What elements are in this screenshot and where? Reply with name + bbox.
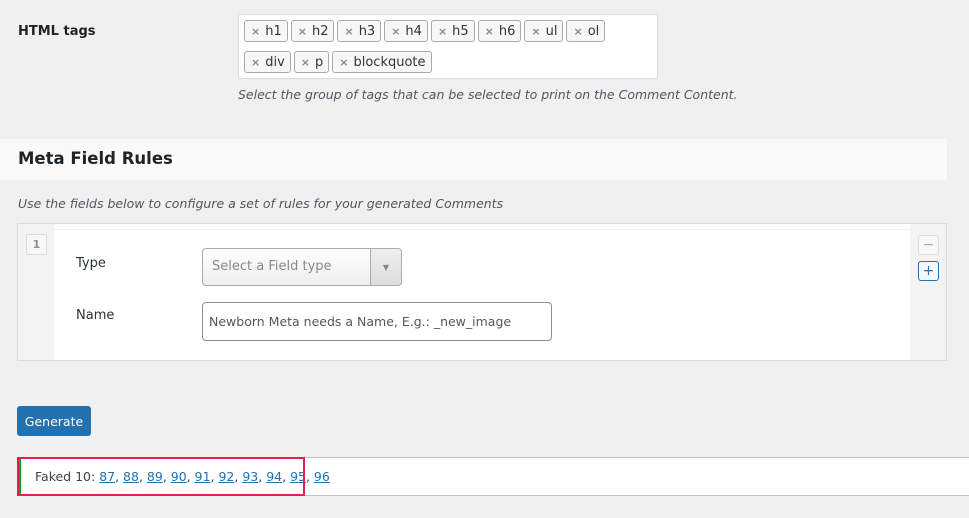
tag-label: blockquote	[353, 54, 426, 70]
tag-chip-ul[interactable]: × ul	[524, 20, 564, 42]
tag-label: p	[315, 54, 324, 70]
remove-tag-icon[interactable]: ×	[339, 56, 348, 69]
chevron-down-icon[interactable]: ▼	[370, 249, 401, 285]
success-notice: Faked 10: 87, 88, 89, 90, 91, 92, 93, 94…	[17, 457, 969, 496]
html-tags-label: HTML tags	[18, 24, 96, 39]
plus-icon: +	[922, 263, 935, 279]
tag-label: h1	[265, 23, 282, 39]
remove-tag-icon[interactable]: ×	[573, 25, 582, 38]
remove-tag-icon[interactable]: ×	[438, 25, 447, 38]
tag-label: h6	[498, 23, 516, 39]
remove-rule-button[interactable]: −	[918, 235, 939, 255]
comment-link[interactable]: 88	[123, 469, 139, 484]
separator: ,	[258, 469, 267, 484]
remove-tag-icon[interactable]: ×	[298, 25, 307, 38]
meta-field-rules-header: Meta Field Rules	[0, 139, 947, 180]
generate-button[interactable]: Generate	[17, 406, 91, 436]
remove-tag-icon[interactable]: ×	[531, 25, 540, 38]
comment-link[interactable]: 89	[147, 469, 163, 484]
separator: ,	[162, 469, 171, 484]
comment-link[interactable]: 87	[99, 469, 115, 484]
tag-label: h3	[358, 23, 376, 39]
tag-label: div	[265, 54, 285, 70]
comment-link[interactable]: 93	[242, 469, 258, 484]
meta-rule-row: 1 Type Select a Field type ▼ Name − +	[17, 223, 947, 361]
tag-chip-div[interactable]: × div	[244, 51, 291, 73]
tag-chip-blockquote[interactable]: × blockquote	[332, 51, 432, 73]
notice-prefix: Faked 10:	[35, 469, 100, 484]
tag-chip-p[interactable]: × p	[293, 51, 330, 73]
separator: ,	[186, 469, 195, 484]
minus-icon: −	[922, 237, 935, 253]
remove-tag-icon[interactable]: ×	[344, 25, 353, 38]
tag-chip-h3[interactable]: × h3	[337, 20, 382, 42]
comment-link[interactable]: 92	[218, 469, 234, 484]
add-rule-button[interactable]: +	[918, 261, 939, 281]
separator: ,	[115, 469, 124, 484]
remove-tag-icon[interactable]: ×	[391, 25, 400, 38]
tag-chip-h1[interactable]: × h1	[244, 20, 288, 42]
tag-chip-ol[interactable]: × ol	[566, 20, 606, 42]
separator: ,	[138, 469, 147, 484]
separator: ,	[282, 469, 291, 484]
remove-tag-icon[interactable]: ×	[485, 25, 494, 38]
remove-tag-icon[interactable]: ×	[251, 56, 260, 69]
tag-chip-h2[interactable]: × h2	[290, 20, 335, 42]
name-label: Name	[76, 308, 115, 323]
html-tags-select[interactable]: × h1 × h2 × h3 × h4 × h5 × h6 × ul × ol × div × p × blockquot…	[238, 14, 658, 79]
tag-label: ul	[545, 23, 558, 39]
tag-label: h5	[452, 23, 469, 39]
rule-index: 1	[26, 234, 47, 255]
section-description: Use the fields below to configure a set …	[18, 196, 504, 211]
field-type-placeholder: Select a Field type	[212, 259, 332, 274]
section-title: Meta Field Rules	[18, 149, 173, 168]
rule-fields: Type Select a Field type ▼ Name	[54, 230, 910, 360]
comment-link[interactable]: 91	[195, 469, 211, 484]
tag-label: ol	[587, 23, 600, 39]
tag-chip-h5[interactable]: × h5	[430, 20, 475, 42]
tag-chip-h4[interactable]: × h4	[384, 20, 428, 42]
remove-tag-icon[interactable]: ×	[301, 56, 310, 69]
comment-link[interactable]: 90	[171, 469, 187, 484]
notice-message: Faked 10: 87, 88, 89, 90, 91, 92, 93, 94…	[35, 469, 330, 484]
tag-label: h2	[311, 23, 329, 39]
field-type-select[interactable]: Select a Field type ▼	[202, 248, 402, 286]
tag-chip-h6[interactable]: × h6	[477, 20, 522, 42]
meta-name-input[interactable]	[202, 302, 552, 341]
tag-label: h4	[405, 23, 422, 39]
comment-link[interactable]: 95	[290, 469, 306, 484]
comment-link[interactable]: 96	[314, 469, 330, 484]
remove-tag-icon[interactable]: ×	[251, 25, 260, 38]
separator: ,	[305, 469, 314, 484]
html-tags-help: Select the group of tags that can be sel…	[238, 87, 738, 102]
comment-link[interactable]: 94	[266, 469, 282, 484]
type-label: Type	[76, 256, 106, 271]
